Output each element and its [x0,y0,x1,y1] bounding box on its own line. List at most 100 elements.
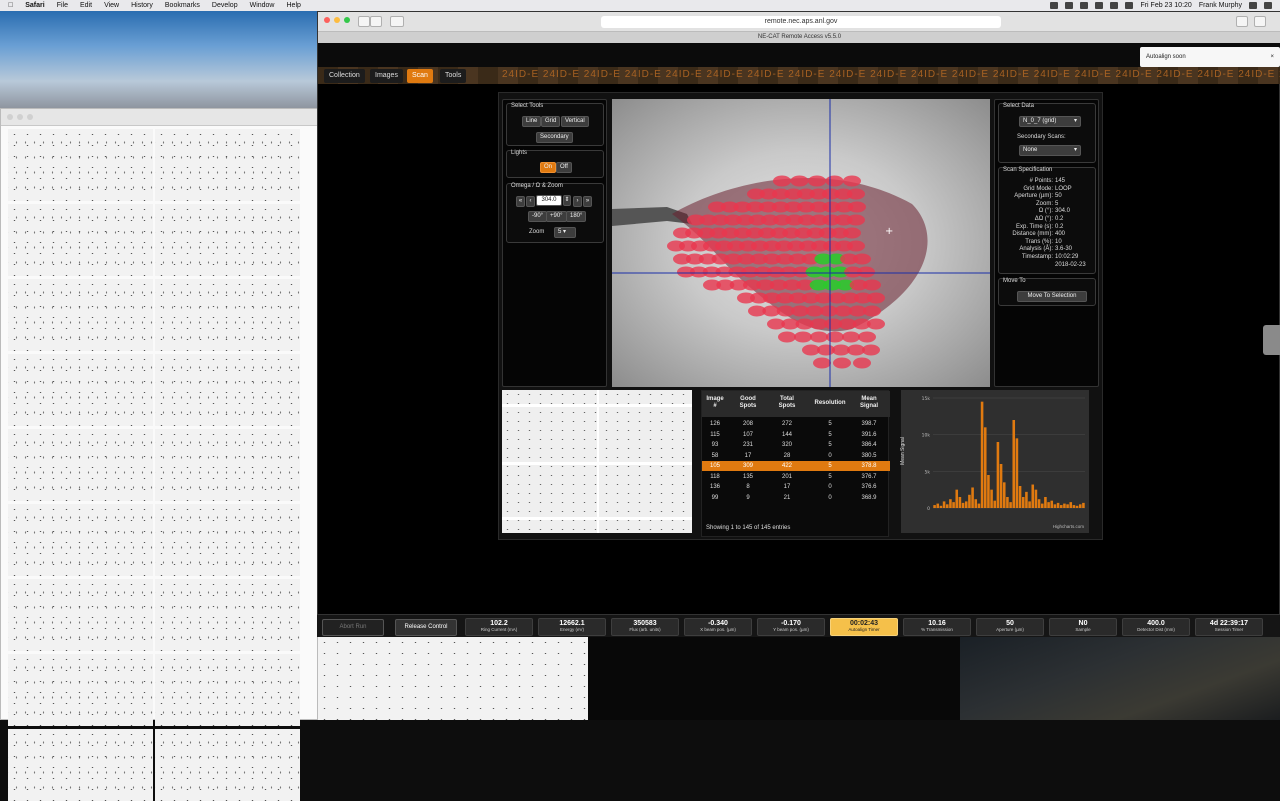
menubar-clock[interactable]: Fri Feb 23 10:20 [1140,2,1191,9]
omega-step-back-icon[interactable]: « [516,196,525,207]
menu-bookmarks[interactable]: Bookmarks [159,2,206,9]
abort-run-button[interactable]: Abort Run [322,619,384,636]
secondary-scans-select[interactable]: None ▾ [1019,145,1081,156]
raster-grid-point[interactable] [794,331,812,343]
raster-grid-point[interactable] [843,175,861,187]
histogram-bar[interactable] [968,494,971,508]
histogram-bar[interactable] [958,497,962,508]
histogram-bar[interactable] [1050,500,1054,508]
raster-grid-point[interactable] [773,175,791,187]
line-button[interactable]: Line [522,116,542,127]
histogram-bar[interactable] [1078,504,1082,508]
histogram-bar[interactable] [936,503,940,508]
omega-input[interactable]: 304.0 [536,195,562,206]
back-icon[interactable] [358,16,370,27]
raster-grid-point[interactable] [848,201,866,213]
histogram-bar[interactable] [939,505,943,508]
histogram-bar[interactable] [1002,482,1006,508]
histogram-bar[interactable] [993,500,997,508]
table-row[interactable]: 136 8 17 0 376.6 [702,482,890,492]
minimize-icon[interactable] [17,114,23,120]
url-bar[interactable]: remote.nec.aps.anl.gov [601,16,1001,28]
raster-grid-point[interactable] [858,331,876,343]
diffraction-tile[interactable] [8,579,153,651]
status-cloud-icon[interactable] [1065,2,1074,9]
close-icon[interactable]: × [1270,47,1274,67]
histogram-bar[interactable] [1031,484,1035,508]
menu-app-name[interactable]: Safari [19,2,50,9]
diffraction-image-grid[interactable] [8,129,318,801]
tab-images[interactable]: Images [370,69,403,83]
raster-grid-point[interactable] [833,357,851,369]
dataset-select[interactable]: N_0_7 (grid) ▾ [1019,116,1081,127]
diffraction-tile[interactable] [155,579,300,651]
diffraction-tile[interactable] [155,729,300,801]
histogram-bar[interactable] [974,499,978,508]
histogram-bar[interactable] [1006,497,1009,508]
side-panel-handle[interactable] [1263,325,1280,355]
col-total-spots[interactable]: Total Spots [774,396,800,410]
histogram-bar[interactable] [1044,497,1047,508]
diffraction-tile[interactable] [8,354,153,426]
histogram-bar[interactable] [1072,505,1076,508]
histogram-bar[interactable] [961,502,965,508]
histogram-bar[interactable] [990,489,993,508]
histogram-bar[interactable] [945,504,949,508]
forward-icon[interactable] [370,16,382,27]
menu-file[interactable]: File [51,2,74,9]
col-image[interactable]: Image # [704,396,726,410]
histogram-bar[interactable] [1069,502,1073,508]
histogram-bar[interactable] [1018,486,1022,508]
status-volume-icon[interactable] [1110,2,1119,9]
menu-help[interactable]: Help [281,2,307,9]
histogram-bar[interactable] [942,501,946,508]
status-camera-icon[interactable] [1050,2,1059,9]
histogram-bar[interactable] [1034,489,1038,508]
status-wifi-icon[interactable] [1095,2,1104,9]
zoom-select[interactable]: 5 ▾ [554,227,576,238]
raster-grid-point[interactable] [810,331,828,343]
omega-forward-icon[interactable]: › [573,196,582,207]
lights-on-button[interactable]: On [540,162,557,173]
rotate-plus-90-button[interactable]: +90° [546,211,567,222]
histogram-bar[interactable] [1059,505,1063,508]
table-row[interactable]: 58 17 28 0 380.5 [702,451,890,461]
status-bluetooth-icon[interactable] [1080,2,1089,9]
raster-grid-point[interactable] [847,188,865,200]
raster-grid-point[interactable] [826,331,844,343]
histogram-bar[interactable] [1025,491,1028,508]
move-to-selection-button[interactable]: Move To Selection [1017,291,1087,302]
menu-window[interactable]: Window [244,2,281,9]
close-icon[interactable] [324,17,330,23]
table-row[interactable]: 118 135 201 5 376.7 [702,472,890,482]
spotlight-icon[interactable] [1249,2,1257,9]
col-resolution[interactable]: Resolution [810,400,850,407]
diffraction-tile[interactable] [155,204,300,276]
viewer-titlebar[interactable] [1,109,319,126]
diffraction-tile[interactable] [8,204,153,276]
histogram-bar[interactable] [1047,502,1050,508]
histogram-bar[interactable] [952,502,955,508]
rotate-180-button[interactable]: 180° [566,211,587,222]
histogram-bar[interactable] [933,505,936,508]
zoom-icon[interactable] [344,17,350,23]
table-row[interactable]: 126 208 272 5 398.7 [702,419,890,429]
secondary-button[interactable]: Secondary [536,132,573,143]
menubar-user[interactable]: Frank Murphy [1199,2,1242,9]
release-control-button[interactable]: Release Control [395,619,457,636]
raster-grid-point[interactable] [867,318,885,330]
notification-center-icon[interactable] [1264,2,1272,9]
diffraction-tile[interactable] [155,429,300,501]
lights-off-button[interactable]: Off [556,162,572,173]
autoalign-notification[interactable]: Autoalign soon × [1140,47,1280,67]
raster-grid-point[interactable] [843,227,861,239]
col-good-spots[interactable]: Good Spots [735,396,761,410]
raster-grid-point[interactable] [778,331,796,343]
menu-view[interactable]: View [98,2,125,9]
raster-grid-point[interactable] [853,253,871,265]
tab-collection[interactable]: Collection [324,69,365,83]
tabs-icon[interactable] [1254,16,1266,27]
table-row[interactable]: 99 9 21 0 368.9 [702,493,890,503]
safari-tab-title[interactable]: NE-CAT Remote Access v5.5.0 [318,32,1280,43]
diffraction-tile[interactable] [8,504,153,576]
